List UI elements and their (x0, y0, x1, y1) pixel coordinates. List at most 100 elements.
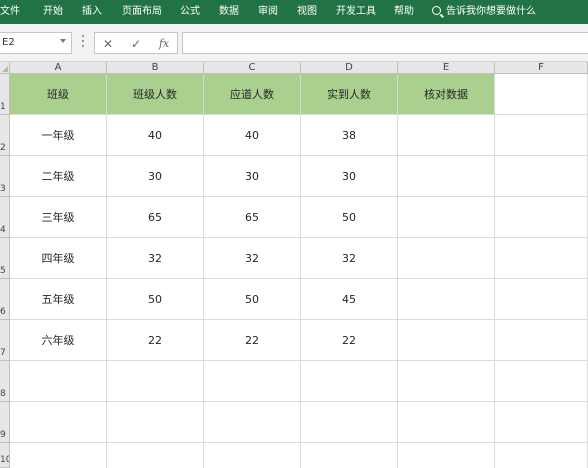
row-header-7[interactable]: 7 (0, 320, 10, 361)
cell[interactable]: 50 (107, 279, 204, 320)
cell[interactable]: 30 (204, 156, 301, 197)
name-box[interactable]: E2 (0, 32, 72, 54)
cell[interactable]: 50 (301, 197, 398, 238)
cell[interactable] (301, 402, 398, 443)
header-cell-expected[interactable]: 应道人数 (204, 74, 301, 115)
cell[interactable]: 22 (204, 320, 301, 361)
tell-me-search[interactable]: 告诉我你想要做什么 (432, 4, 536, 20)
ribbon-tab-bar: 文件 开始 插入 页面布局 公式 数据 审阅 视图 开发工具 帮助 告诉我你想要… (0, 0, 588, 24)
cell[interactable] (495, 115, 588, 156)
cell[interactable] (398, 279, 495, 320)
cell[interactable] (398, 115, 495, 156)
row-header-8[interactable]: 8 (0, 361, 10, 402)
tab-data[interactable]: 数据 (219, 4, 239, 20)
header-cell-present[interactable]: 实到人数 (301, 74, 398, 115)
cell[interactable]: 32 (301, 238, 398, 279)
select-all-corner[interactable] (0, 62, 10, 74)
cell[interactable]: 65 (204, 197, 301, 238)
cell[interactable] (301, 443, 398, 468)
cell[interactable] (495, 279, 588, 320)
cell[interactable] (398, 320, 495, 361)
cell[interactable] (495, 402, 588, 443)
cell[interactable] (107, 402, 204, 443)
cell[interactable] (495, 443, 588, 468)
row-header-9[interactable]: 9 (0, 402, 10, 443)
tab-developer[interactable]: 开发工具 (336, 4, 376, 20)
cell[interactable] (495, 361, 588, 402)
cell[interactable]: 22 (301, 320, 398, 361)
tab-insert[interactable]: 插入 (82, 4, 102, 20)
cell[interactable] (495, 156, 588, 197)
cell[interactable] (204, 443, 301, 468)
header-cell-class[interactable]: 班级 (10, 74, 107, 115)
search-icon (432, 6, 441, 15)
cell[interactable]: 五年级 (10, 279, 107, 320)
cell[interactable] (204, 361, 301, 402)
cell[interactable] (398, 197, 495, 238)
cell[interactable]: 六年级 (10, 320, 107, 361)
cell[interactable] (107, 443, 204, 468)
cell[interactable] (495, 197, 588, 238)
formula-bar: E2 ✕ ✓ fx (0, 24, 588, 62)
cell[interactable]: 四年级 (10, 238, 107, 279)
header-cell-class-size[interactable]: 班级人数 (107, 74, 204, 115)
cell[interactable]: 30 (107, 156, 204, 197)
tab-page-layout[interactable]: 页面布局 (122, 4, 162, 20)
cell[interactable] (10, 402, 107, 443)
row-header-5[interactable]: 5 (0, 238, 10, 279)
cancel-icon[interactable]: ✕ (99, 35, 117, 53)
cell[interactable]: 50 (204, 279, 301, 320)
cell[interactable]: 一年级 (10, 115, 107, 156)
cell[interactable] (398, 156, 495, 197)
drag-handle-icon[interactable] (82, 35, 85, 51)
cell[interactable]: 32 (107, 238, 204, 279)
column-header-a[interactable]: A (10, 62, 107, 74)
confirm-icon[interactable]: ✓ (127, 35, 145, 53)
cell[interactable]: 65 (107, 197, 204, 238)
row-header-3[interactable]: 3 (0, 156, 10, 197)
cell[interactable] (10, 443, 107, 468)
tell-me-label: 告诉我你想要做什么 (446, 6, 536, 17)
cell[interactable] (398, 361, 495, 402)
column-header-b[interactable]: B (107, 62, 204, 74)
cell[interactable]: 二年级 (10, 156, 107, 197)
tab-formulas[interactable]: 公式 (180, 4, 200, 20)
column-header-c[interactable]: C (204, 62, 301, 74)
column-header-f[interactable]: F (495, 62, 588, 74)
cell[interactable] (398, 402, 495, 443)
cell[interactable] (398, 443, 495, 468)
row-header-6[interactable]: 6 (0, 279, 10, 320)
tab-review[interactable]: 审阅 (258, 4, 278, 20)
header-cell-check[interactable]: 核对数据 (398, 74, 495, 115)
worksheet-grid: A B C D E F 1 2 3 4 5 6 7 8 9 10 班级 班级人数… (0, 62, 588, 468)
cell[interactable] (495, 238, 588, 279)
cell[interactable]: 30 (301, 156, 398, 197)
column-header-d[interactable]: D (301, 62, 398, 74)
column-header-e[interactable]: E (398, 62, 495, 74)
cell[interactable]: 45 (301, 279, 398, 320)
row-header-1[interactable]: 1 (0, 74, 10, 115)
cell[interactable]: 38 (301, 115, 398, 156)
cell[interactable] (204, 402, 301, 443)
cell[interactable] (107, 361, 204, 402)
cell[interactable] (301, 361, 398, 402)
cell[interactable]: 32 (204, 238, 301, 279)
cell[interactable]: 22 (107, 320, 204, 361)
cell[interactable]: 40 (107, 115, 204, 156)
cell[interactable] (398, 238, 495, 279)
cell[interactable] (10, 361, 107, 402)
tab-help[interactable]: 帮助 (394, 4, 414, 20)
cell[interactable]: 40 (204, 115, 301, 156)
formula-input[interactable] (182, 32, 588, 54)
chevron-down-icon[interactable] (60, 39, 66, 43)
tab-view[interactable]: 视图 (297, 4, 317, 20)
row-header-4[interactable]: 4 (0, 197, 10, 238)
row-header-2[interactable]: 2 (0, 115, 10, 156)
insert-function-icon[interactable]: fx (155, 35, 173, 53)
row-header-10[interactable]: 10 (0, 443, 10, 468)
cell[interactable] (495, 74, 588, 115)
tab-file[interactable]: 文件 (0, 4, 20, 20)
cell[interactable] (495, 320, 588, 361)
cell[interactable]: 三年级 (10, 197, 107, 238)
tab-home[interactable]: 开始 (43, 4, 63, 20)
